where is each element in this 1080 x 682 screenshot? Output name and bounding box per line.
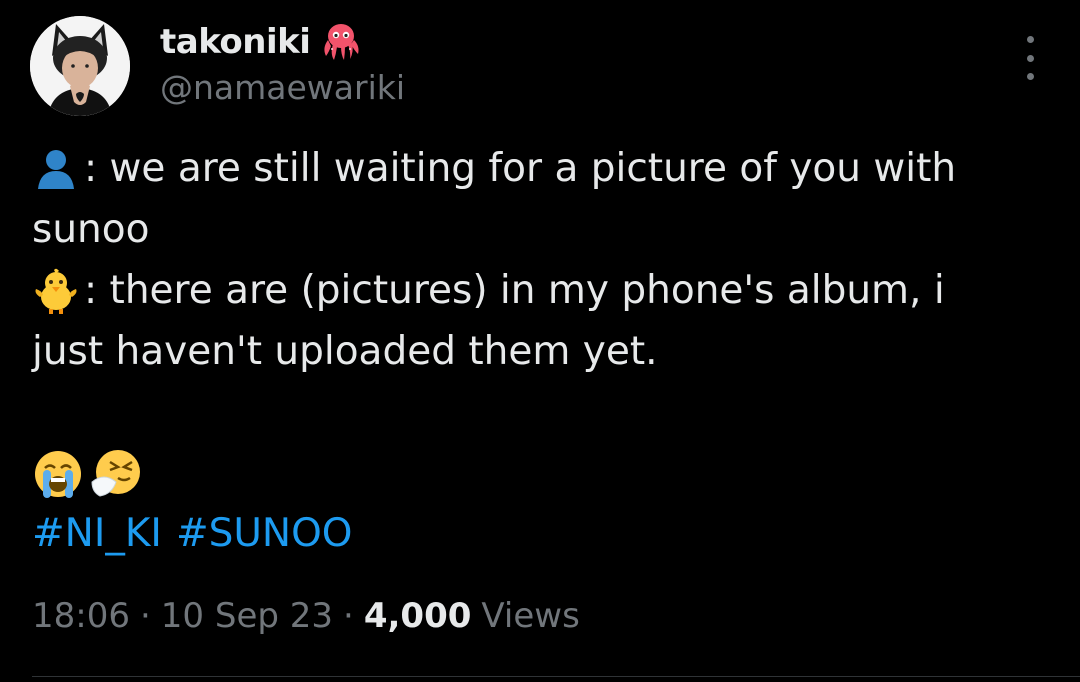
tweet-line: just haven't uploaded them yet. xyxy=(32,321,1052,382)
views-count[interactable]: 4,000 xyxy=(364,596,472,636)
emoji-row xyxy=(32,448,142,500)
tweet-line: sunoo xyxy=(32,199,1052,260)
tweet-meta: 18:06 · 10 Sep 23 · 4,000 Views xyxy=(32,596,580,636)
views-label[interactable]: Views xyxy=(481,596,579,636)
tweet-date[interactable]: 10 Sep 23 xyxy=(161,596,333,636)
display-name[interactable]: takoniki xyxy=(160,22,311,62)
meta-separator: · xyxy=(139,596,151,636)
tweet-line: : we are still waiting for a picture of … xyxy=(32,138,1052,199)
hashtag-link[interactable]: #SUNOO xyxy=(176,506,353,562)
meta-separator: · xyxy=(343,596,354,636)
tweet-line-text: : we are still waiting for a picture of … xyxy=(84,146,957,191)
more-dot xyxy=(1026,36,1034,43)
hashtag-link[interactable]: #NI_KI xyxy=(32,506,162,562)
more-dot xyxy=(1026,73,1034,80)
sneezing-face-icon xyxy=(90,448,142,500)
tweet-line-text: : there are (pictures) in my phone's alb… xyxy=(84,268,945,313)
tweet-line: : there are (pictures) in my phone's alb… xyxy=(32,260,1052,321)
hashtags: #NI_KI #SUNOO xyxy=(32,506,353,562)
more-dot xyxy=(1026,54,1034,62)
display-name-row: takoniki xyxy=(160,20,362,64)
bust-in-silhouette-icon xyxy=(32,145,80,193)
tweet-text: : we are still waiting for a picture of … xyxy=(32,138,1052,382)
tweet-time[interactable]: 18:06 xyxy=(32,596,130,636)
tweet-line-text: just haven't uploaded them yet. xyxy=(32,329,658,374)
loudly-crying-face-icon xyxy=(32,448,84,500)
handle[interactable]: @namaewariki xyxy=(160,68,405,107)
front-facing-baby-chick-icon xyxy=(32,267,80,315)
tweet: takoniki @namaewariki: we are still wai… xyxy=(0,0,1080,682)
avatar[interactable] xyxy=(30,16,130,116)
more-options-button[interactable] xyxy=(1012,36,1048,80)
divider xyxy=(32,676,1080,677)
tweet-line-text: sunoo xyxy=(32,207,150,252)
octopus-icon xyxy=(320,22,362,62)
avatar-image xyxy=(30,16,130,116)
